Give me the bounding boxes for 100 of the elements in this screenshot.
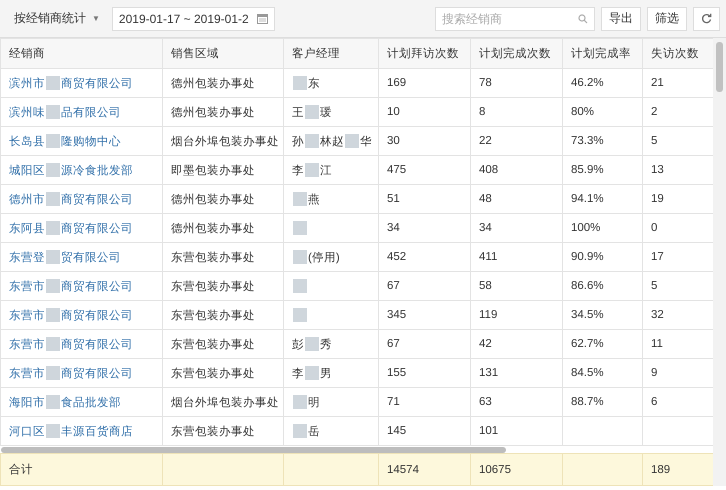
blurred-patch bbox=[46, 308, 60, 322]
table-cell: 东营包装办事处 bbox=[162, 242, 284, 272]
column-header[interactable]: 客户经理 bbox=[284, 38, 378, 68]
table-cell: 85.9% bbox=[562, 156, 642, 184]
table-cell: 88.7% bbox=[562, 388, 642, 416]
dealer-link[interactable]: 品有限公司 bbox=[61, 106, 121, 118]
dealer-link[interactable]: 东营市 bbox=[9, 310, 45, 322]
dealer-link[interactable]: 海阳市 bbox=[9, 396, 45, 408]
blurred-patch bbox=[305, 134, 319, 148]
dealer-link[interactable]: 商贸有限公司 bbox=[61, 194, 133, 206]
blurred-patch bbox=[46, 163, 60, 178]
table-cell: 452 bbox=[378, 242, 470, 272]
dealer-link[interactable]: 商贸有限公司 bbox=[61, 368, 133, 380]
table-cell: 169 bbox=[378, 68, 470, 98]
horizontal-scrollbar[interactable] bbox=[0, 446, 506, 452]
name-text: 明 bbox=[308, 396, 320, 408]
table-cell: 80% bbox=[562, 98, 642, 126]
vertical-scrollbar[interactable] bbox=[713, 38, 726, 486]
table-cell: 345 bbox=[378, 300, 470, 330]
table-cell: 51 bbox=[378, 184, 470, 214]
blurred-patch bbox=[305, 337, 319, 352]
table-cell: 94.1% bbox=[562, 184, 642, 214]
table-cell: 48 bbox=[470, 184, 562, 214]
blurred-patch bbox=[46, 424, 60, 438]
blurred-patch bbox=[293, 308, 307, 322]
dealer-link[interactable]: 德州市 bbox=[9, 194, 45, 206]
name-text: 男 bbox=[320, 368, 332, 380]
dealer-link[interactable]: 东营登 bbox=[9, 252, 45, 264]
name-text: 孙 bbox=[292, 136, 304, 148]
blurred-patch bbox=[293, 221, 307, 235]
table-cell: 67 bbox=[378, 272, 470, 300]
column-header[interactable]: 失访次数 bbox=[642, 38, 714, 68]
column-header[interactable]: 销售区域 bbox=[162, 38, 284, 68]
scrollbar-thumb[interactable] bbox=[716, 42, 723, 92]
dealer-link[interactable]: 贸有限公司 bbox=[61, 252, 121, 264]
dealer-link[interactable]: 滨州市 bbox=[9, 78, 45, 90]
dealer-link[interactable]: 丰源百货商店 bbox=[61, 426, 133, 438]
name-text: 彭 bbox=[292, 338, 304, 350]
table-cell: 46.2% bbox=[562, 68, 642, 98]
column-header[interactable]: 计划拜访次数 bbox=[378, 38, 470, 68]
name-text: 江 bbox=[320, 164, 332, 176]
table-cell: 8 bbox=[470, 98, 562, 126]
dealer-link[interactable]: 东营市 bbox=[9, 280, 45, 292]
table-cell: 34 bbox=[470, 214, 562, 242]
dealer-link[interactable]: 城阳区 bbox=[9, 164, 45, 176]
blurred-patch bbox=[46, 105, 60, 120]
dealer-link[interactable]: 商贸有限公司 bbox=[61, 310, 133, 322]
blurred-patch bbox=[46, 221, 60, 236]
name-text: 东 bbox=[308, 78, 320, 90]
caret-icon: ▼ bbox=[92, 14, 100, 23]
blurred-patch bbox=[46, 250, 60, 264]
dealer-link[interactable]: 东阿县 bbox=[9, 222, 45, 234]
total-label: 合计 bbox=[0, 454, 162, 486]
name-text: 瑗 bbox=[320, 106, 332, 118]
toolbar-button[interactable]: 筛选 bbox=[647, 6, 687, 30]
table-cell: 90.9% bbox=[562, 242, 642, 272]
blurred-patch bbox=[293, 250, 307, 264]
dealer-link[interactable]: 东营市 bbox=[9, 338, 45, 350]
blurred-patch bbox=[46, 192, 60, 206]
dealer-link[interactable]: 食品批发部 bbox=[61, 396, 121, 408]
dealer-link[interactable]: 商贸有限公司 bbox=[61, 338, 133, 350]
date-range-field[interactable]: 2019-01-17 ~ 2019-01-2 bbox=[112, 6, 275, 30]
dealer-link[interactable]: 滨州味 bbox=[9, 106, 45, 118]
column-header[interactable]: 计划完成率 bbox=[562, 38, 642, 68]
column-header[interactable]: 经销商 bbox=[0, 38, 162, 68]
blurred-patch bbox=[46, 279, 60, 294]
total-cell: 14574 bbox=[378, 454, 470, 486]
total-cell: 10675 bbox=[470, 454, 562, 486]
dealer-link[interactable]: 河口区 bbox=[9, 426, 45, 438]
group-by-dropdown[interactable]: 按经销商统计 ▼ bbox=[8, 6, 106, 31]
table-cell: 10 bbox=[378, 98, 470, 126]
blurred-patch bbox=[46, 134, 60, 148]
dealer-link[interactable]: 商贸有限公司 bbox=[61, 280, 133, 292]
toolbar-button[interactable]: 导出 bbox=[601, 6, 641, 30]
dealer-link[interactable]: 隆购物中心 bbox=[61, 136, 121, 148]
dealer-link[interactable]: 长岛县 bbox=[9, 136, 45, 148]
dealer-link[interactable]: 商贸有限公司 bbox=[61, 222, 133, 234]
dealer-link[interactable]: 源冷食批发部 bbox=[61, 164, 133, 176]
name-text: 秀 bbox=[320, 338, 332, 350]
blurred-patch bbox=[293, 279, 307, 293]
table-cell: 34.5% bbox=[562, 300, 642, 330]
table-cell: 22 bbox=[470, 126, 562, 156]
search-icon bbox=[578, 14, 588, 24]
blurred-patch bbox=[293, 76, 307, 90]
calendar-icon bbox=[256, 14, 268, 24]
table-cell: 78 bbox=[470, 68, 562, 98]
column-header[interactable]: 计划完成次数 bbox=[470, 38, 562, 68]
table-cell: 86.6% bbox=[562, 272, 642, 300]
table-cell: 475 bbox=[378, 156, 470, 184]
total-cell: 189 bbox=[642, 454, 714, 486]
blurred-patch bbox=[293, 424, 307, 438]
refresh-button[interactable] bbox=[693, 6, 720, 30]
dealer-link[interactable]: 商贸有限公司 bbox=[61, 78, 133, 90]
table-cell: 烟台外埠包装办事处 bbox=[162, 126, 284, 156]
dealer-link[interactable]: 东营市 bbox=[9, 368, 45, 380]
name-text: 燕 bbox=[308, 194, 320, 206]
blurred-patch bbox=[345, 134, 359, 148]
blurred-patch bbox=[293, 395, 307, 410]
search-field[interactable]: 搜索经销商 bbox=[435, 6, 595, 30]
blurred-patch bbox=[46, 366, 60, 380]
